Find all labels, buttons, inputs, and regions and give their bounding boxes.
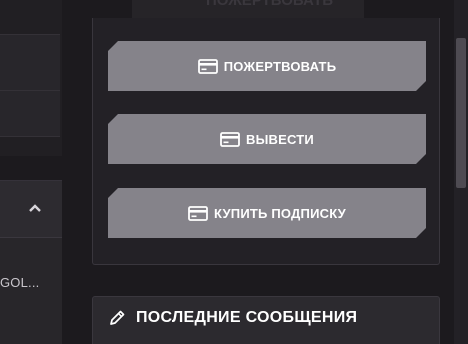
- recent-messages-header: ПОСЛЕДНИЕ СООБЩЕНИЯ: [108, 309, 357, 327]
- page: GOL... ПОЖЕРТВОВАТЬ ПОЖЕРТВОВАТЬ ВЫВЕСТИ…: [0, 0, 468, 344]
- page-scrollbar[interactable]: [454, 0, 468, 344]
- left-panel: [0, 180, 62, 344]
- credit-card-icon: [220, 132, 240, 147]
- credit-card-icon: [198, 59, 218, 74]
- donate-button-label: ПОЖЕРТВОВАТЬ: [223, 58, 337, 74]
- top-header-faded-text: ПОЖЕРТВОВАТЬ: [206, 0, 334, 9]
- donate-button[interactable]: ПОЖЕРТВОВАТЬ: [108, 41, 426, 91]
- pencil-icon: [110, 310, 125, 325]
- scrollbar-thumb[interactable]: [456, 38, 466, 188]
- left-list-item[interactable]: [0, 34, 60, 91]
- left-item-text: GOL...: [0, 275, 40, 290]
- chevron-up-icon[interactable]: [29, 203, 41, 213]
- buy-subscription-button[interactable]: КУПИТЬ ПОДПИСКУ: [108, 188, 426, 238]
- withdraw-button-label: ВЫВЕСТИ: [246, 131, 314, 147]
- left-list-item[interactable]: [0, 91, 60, 137]
- left-panel-header[interactable]: [0, 181, 62, 238]
- credit-card-icon: [188, 206, 208, 221]
- buy-subscription-button-label: КУПИТЬ ПОДПИСКУ: [214, 205, 346, 221]
- withdraw-button[interactable]: ВЫВЕСТИ: [108, 114, 426, 164]
- left-sidebar-top: [0, 0, 62, 156]
- recent-messages-title: ПОСЛЕДНИЕ СООБЩЕНИЯ: [136, 309, 358, 326]
